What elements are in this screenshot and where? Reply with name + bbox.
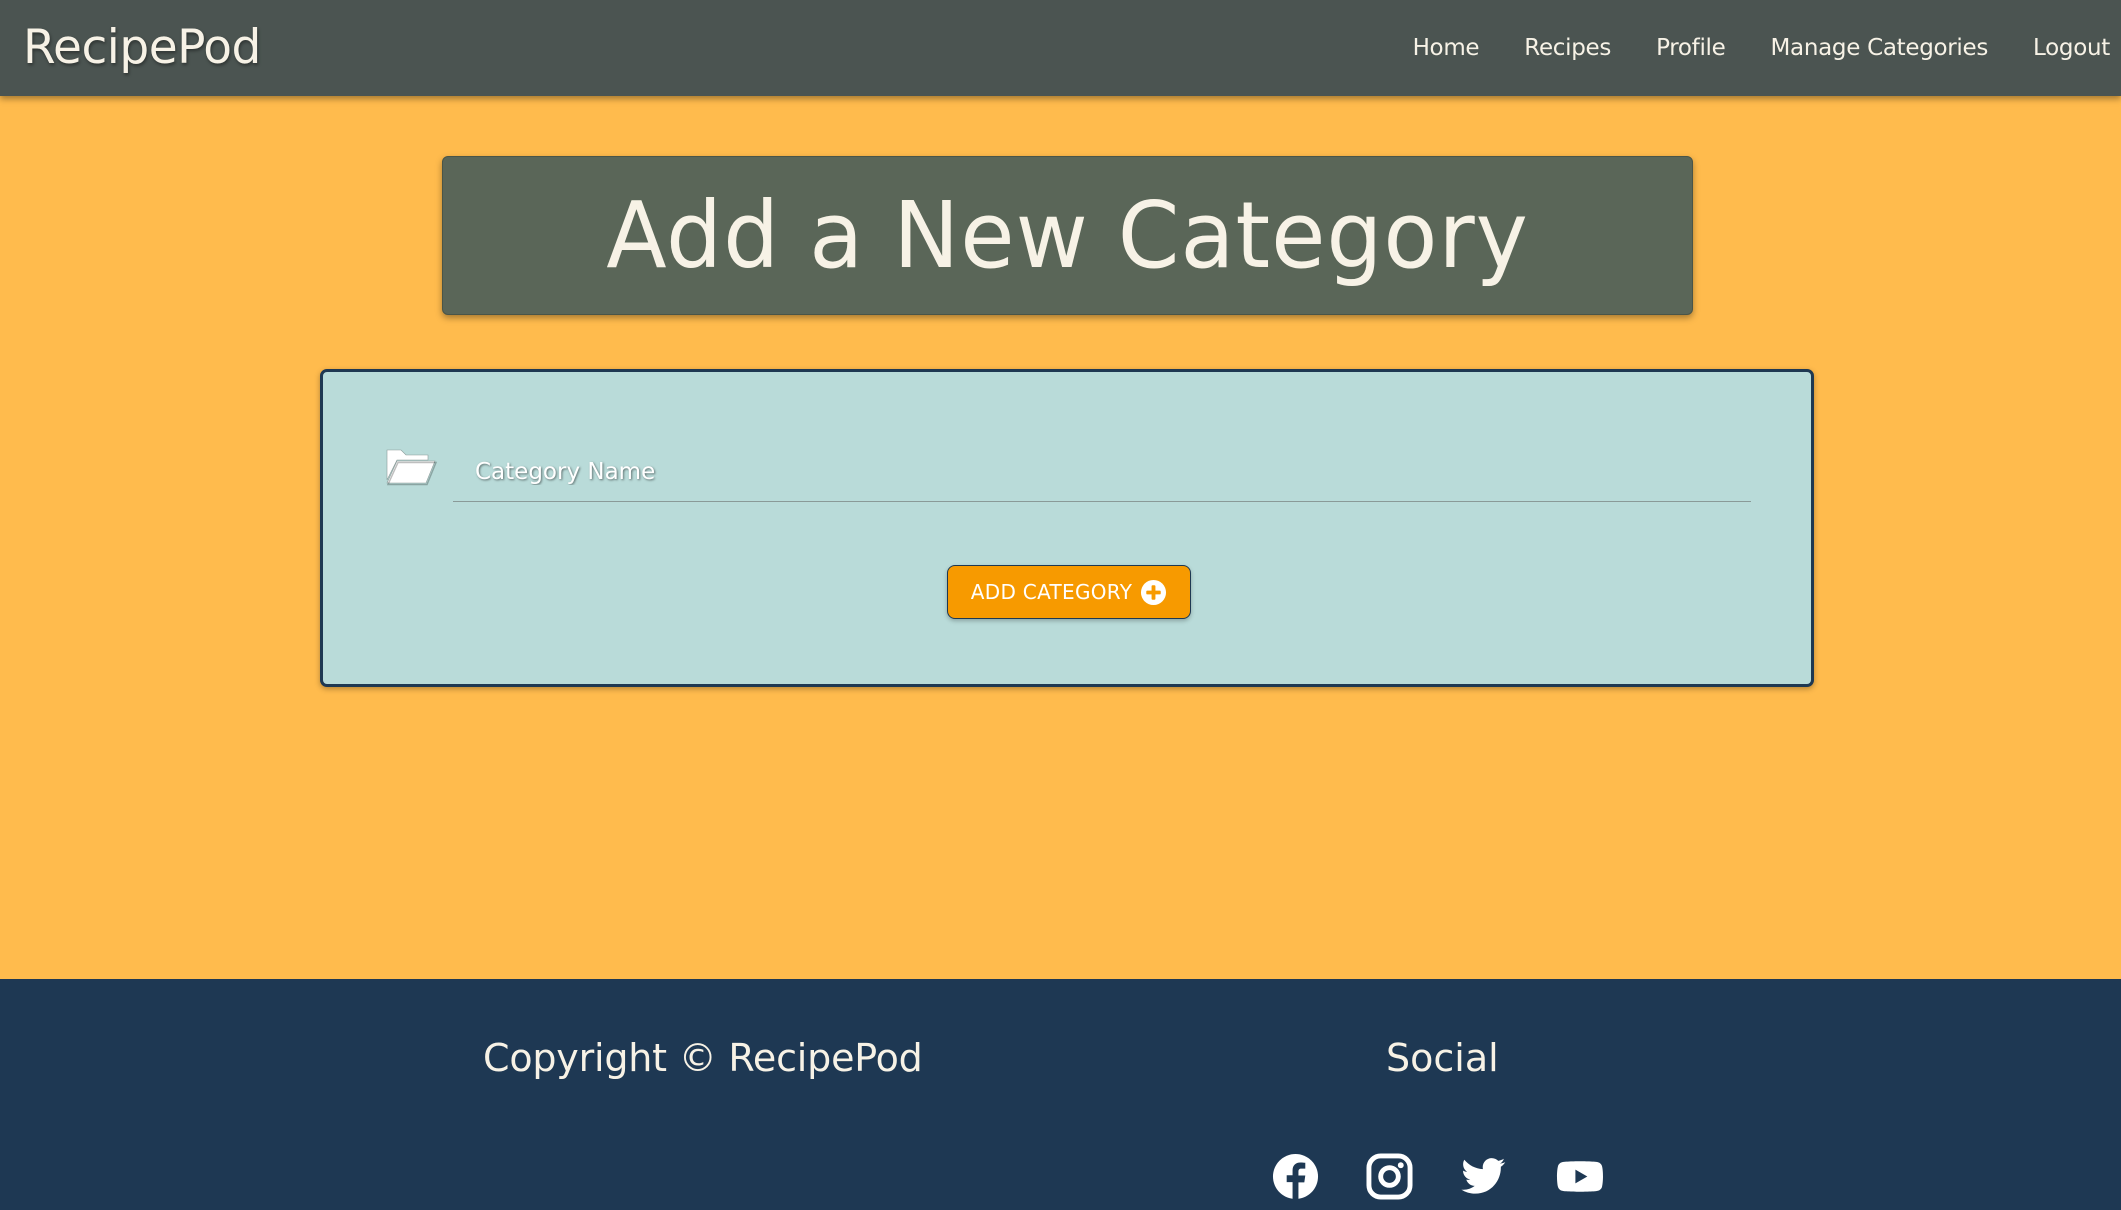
nav-link-profile[interactable]: Profile	[1656, 31, 1726, 65]
facebook-icon[interactable]	[1272, 1153, 1319, 1200]
nav-link-recipes[interactable]: Recipes	[1524, 31, 1611, 65]
nav-link-logout[interactable]: Logout	[2033, 31, 2110, 65]
folder-open-icon	[386, 449, 437, 486]
nav-links: Home Recipes Profile Manage Categories L…	[1413, 31, 2111, 65]
nav-link-home[interactable]: Home	[1413, 31, 1480, 65]
navbar: RecipePod Home Recipes Profile Manage Ca…	[0, 0, 2121, 96]
page-heading-panel: Add a New Category	[442, 156, 1693, 315]
nav-link-manage-categories[interactable]: Manage Categories	[1771, 31, 1989, 65]
footer: Copyright © RecipePod Social	[0, 979, 2121, 1210]
footer-copyright: Copyright © RecipePod	[483, 1036, 923, 1080]
add-category-label: ADD CATEGORY	[970, 580, 1133, 604]
youtube-icon[interactable]	[1554, 1153, 1606, 1200]
brand-logo[interactable]: RecipePod	[23, 18, 261, 78]
footer-social-title: Social	[1386, 1036, 1499, 1080]
category-name-field	[453, 442, 1751, 502]
twitter-icon[interactable]	[1460, 1153, 1507, 1200]
page-title: Add a New Category	[606, 181, 1529, 289]
category-name-input[interactable]	[453, 442, 1751, 501]
plus-circle-icon	[1141, 579, 1167, 605]
add-category-button[interactable]: ADD CATEGORY	[947, 565, 1191, 619]
add-category-form: ADD CATEGORY	[320, 369, 1814, 687]
instagram-icon[interactable]	[1366, 1153, 1413, 1200]
social-icons	[1272, 1153, 1606, 1200]
